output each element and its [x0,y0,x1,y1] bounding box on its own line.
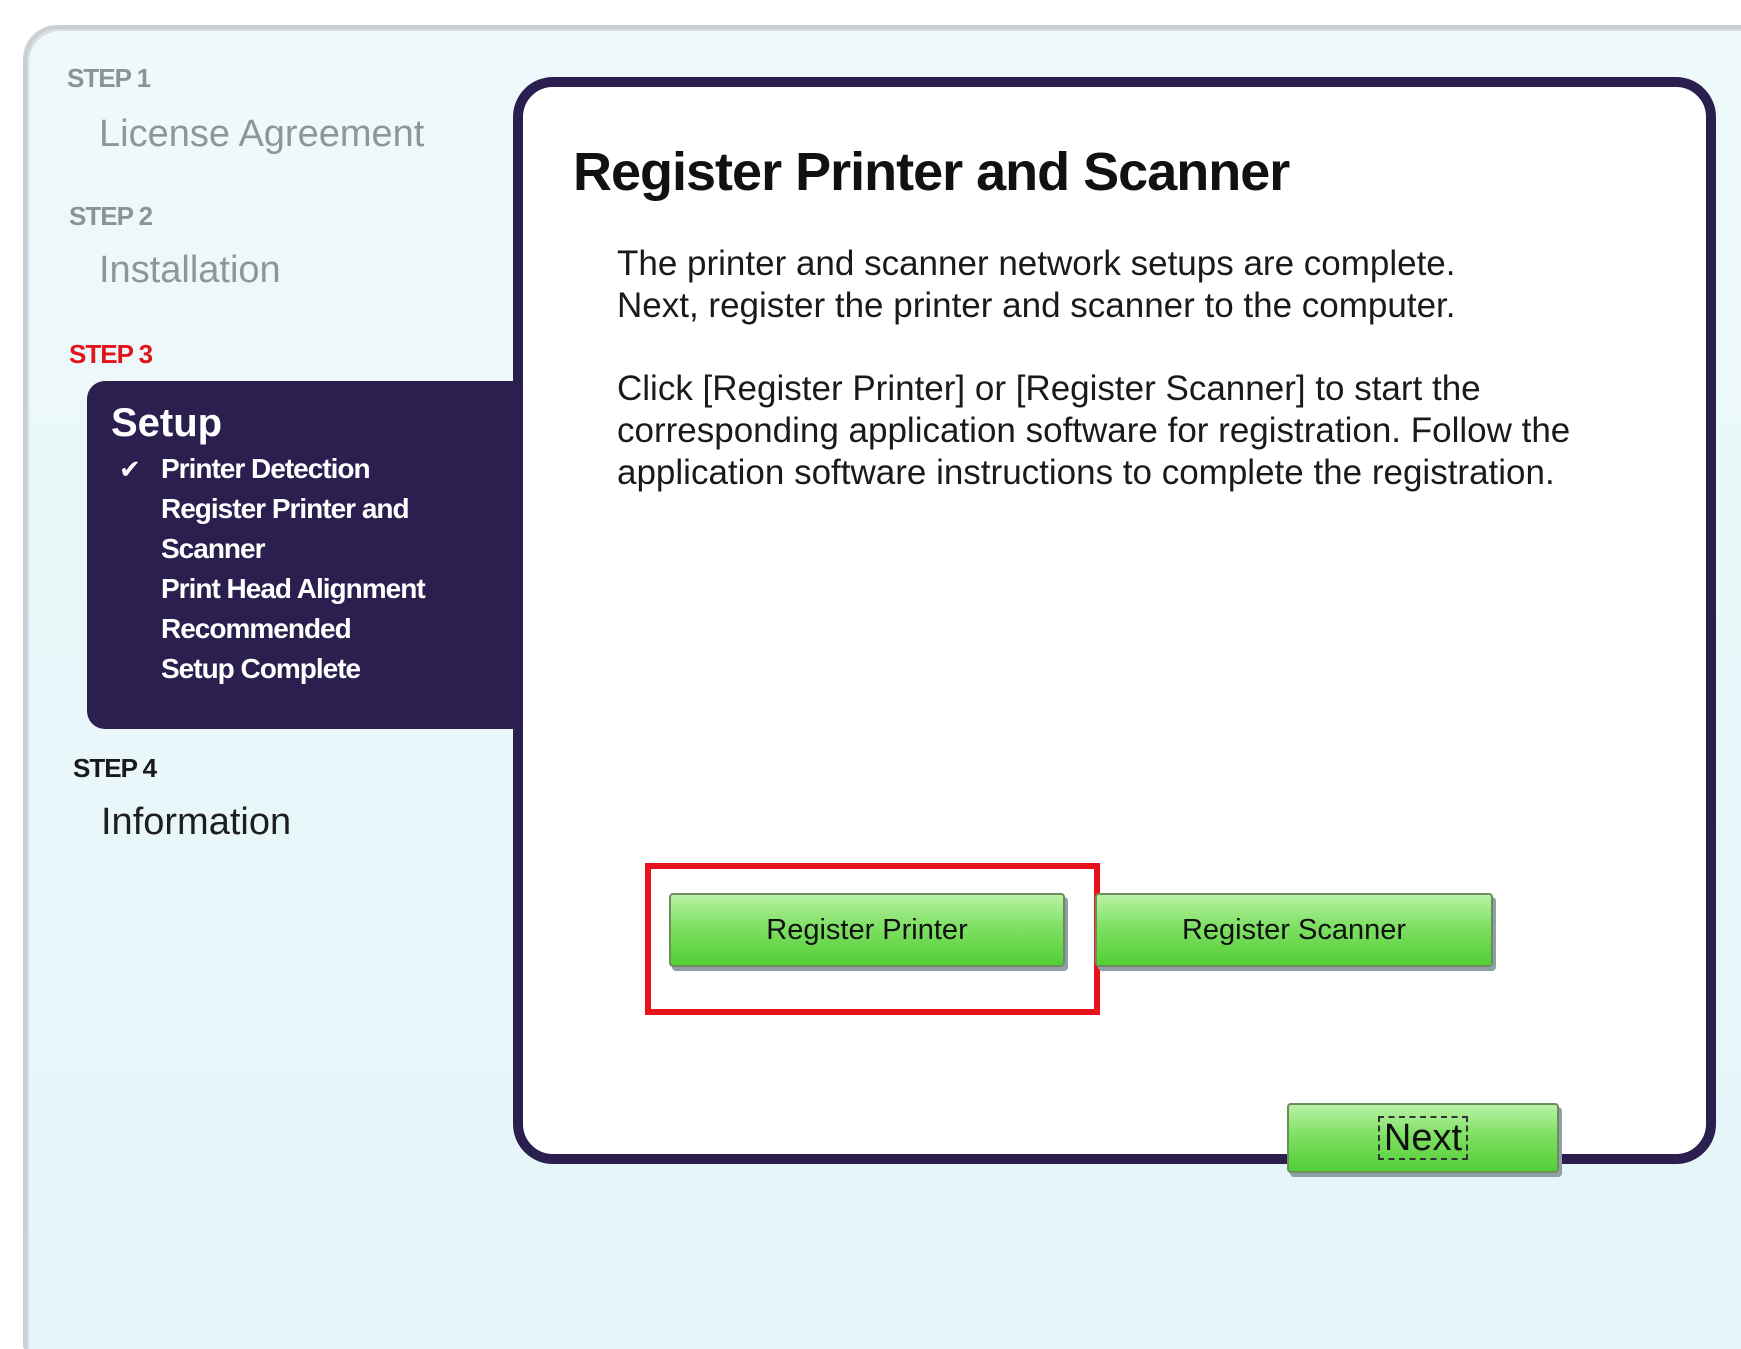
step1-title: License Agreement [99,113,425,155]
substep-printer-detection: ✔ Printer Detection [87,449,527,489]
substep-label: Setup Complete [161,653,361,684]
step2-title: Installation [99,249,281,291]
substep-recommended: Recommended [87,609,527,649]
setup-step-panel: Setup ✔ Printer Detection Register Print… [87,381,527,729]
substep-setup-complete: Setup Complete [87,649,527,689]
setup-substep-list: ✔ Printer Detection Register Printer and… [87,449,527,689]
substep-register-printer-scanner-cont: Scanner [87,529,527,569]
register-scanner-button[interactable]: Register Scanner [1095,893,1493,967]
next-button[interactable]: Next [1287,1103,1559,1173]
installer-window: STEP 1 License Agreement STEP 2 Installa… [24,26,1741,1349]
substep-label: Register Printer and [161,493,410,524]
substep-label: Print Head Alignment [161,573,426,604]
status-line-1: The printer and scanner network setups a… [617,244,1456,283]
step1-label: STEP 1 [67,63,151,93]
status-paragraph: The printer and scanner network setups a… [617,243,1697,327]
step3-title: Setup [111,401,223,445]
step4-label: STEP 4 [73,753,157,783]
next-button-label: Next [1377,1116,1469,1160]
instruction-line-1: Click [Register Printer] or [Register Sc… [617,369,1481,408]
substep-label: Recommended [161,613,352,644]
content-panel: Register Printer and Scanner The printer… [513,77,1716,1164]
substep-label: Scanner [161,533,265,564]
step3-label: STEP 3 [69,339,153,369]
step2-label: STEP 2 [69,201,153,231]
instruction-paragraph: Click [Register Printer] or [Register Sc… [617,368,1697,494]
page-title: Register Printer and Scanner [573,142,1290,202]
checkmark-icon: ✔ [119,454,141,484]
substep-label: Printer Detection [161,453,371,484]
step4-title: Information [101,801,292,843]
substep-print-head-alignment: Print Head Alignment [87,569,527,609]
instruction-line-2: corresponding application software for r… [617,411,1571,450]
instruction-line-3: application software instructions to com… [617,453,1555,492]
status-line-2: Next, register the printer and scanner t… [617,286,1456,325]
substep-register-printer-scanner: Register Printer and [87,489,527,529]
register-printer-button[interactable]: Register Printer [669,893,1065,967]
